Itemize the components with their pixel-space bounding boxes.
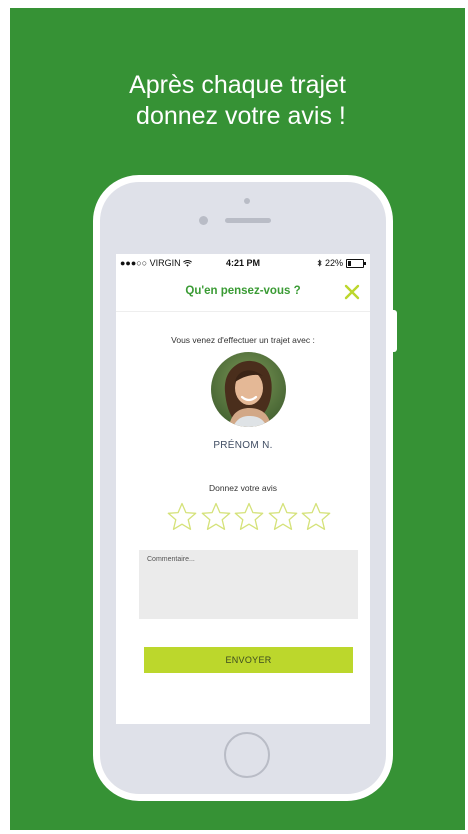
battery-icon bbox=[346, 258, 366, 268]
close-icon[interactable] bbox=[342, 282, 362, 302]
promo-canvas: Après chaque trajet donnez votre avis ! … bbox=[10, 8, 465, 830]
battery-fill bbox=[348, 260, 351, 266]
trip-intro-text: Vous venez d'effectuer un trajet avec : bbox=[171, 335, 315, 345]
driver-avatar bbox=[211, 352, 286, 427]
phone-side-button bbox=[393, 310, 397, 352]
battery-percent: 22% bbox=[324, 258, 343, 268]
phone-sensor bbox=[244, 198, 250, 204]
driver-photo bbox=[211, 352, 286, 427]
phone-frame: ●●●○○ VIRGIN 4:21 PM 22% Qu'en pensez-vo… bbox=[93, 175, 393, 801]
headline-line-1: Après chaque trajet bbox=[129, 71, 346, 99]
star-2-icon[interactable] bbox=[200, 501, 232, 533]
rating-label: Donnez votre avis bbox=[208, 483, 278, 493]
phone-speaker bbox=[225, 218, 271, 223]
star-rating bbox=[166, 501, 332, 533]
star-5-icon[interactable] bbox=[300, 501, 332, 533]
phone-screen: ●●●○○ VIRGIN 4:21 PM 22% Qu'en pensez-vo… bbox=[116, 254, 370, 724]
phone-front-camera bbox=[199, 216, 208, 225]
nav-bar: Qu'en pensez-vous ? bbox=[116, 274, 370, 312]
bluetooth-icon bbox=[317, 259, 322, 267]
phone-home-button[interactable] bbox=[224, 732, 270, 778]
star-3-icon[interactable] bbox=[233, 501, 265, 533]
driver-name: PRÉNOM N. bbox=[213, 440, 273, 451]
send-button[interactable]: ENVOYER bbox=[144, 647, 353, 673]
status-right: 22% bbox=[317, 258, 366, 268]
star-1-icon[interactable] bbox=[166, 501, 198, 533]
page-title: Qu'en pensez-vous ? bbox=[185, 285, 301, 297]
status-bar: ●●●○○ VIRGIN 4:21 PM 22% bbox=[116, 254, 370, 272]
comment-input[interactable] bbox=[139, 550, 358, 619]
star-4-icon[interactable] bbox=[267, 501, 299, 533]
headline-line-2: donnez votre avis ! bbox=[129, 102, 346, 130]
promo-headline: Après chaque trajet donnez votre avis ! bbox=[10, 70, 465, 132]
